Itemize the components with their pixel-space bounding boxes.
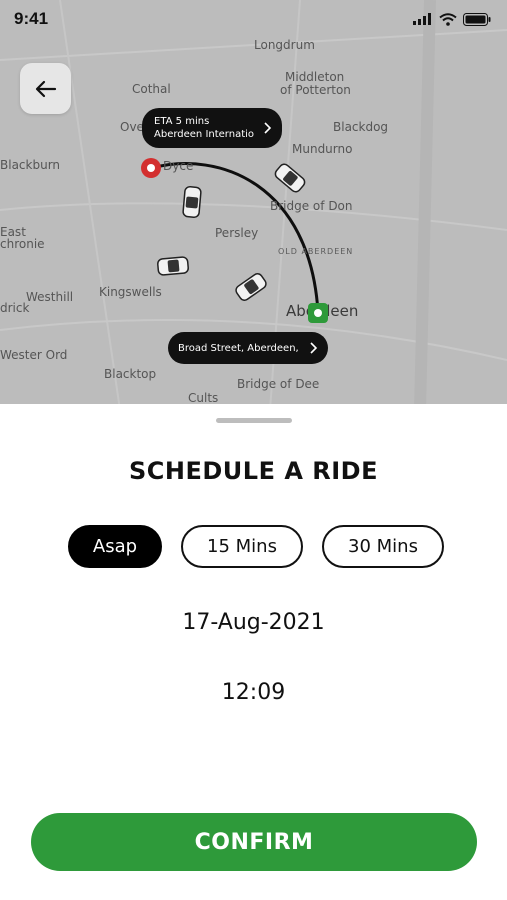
cellular-signal-icon — [413, 13, 431, 25]
destination-callout[interactable]: Broad Street, Aberdeen, — [168, 332, 328, 364]
arrow-left-icon — [35, 80, 56, 97]
car-icon — [235, 273, 267, 301]
confirm-button[interactable]: CONFIRM — [31, 813, 477, 871]
option-15-mins[interactable]: 15 Mins — [181, 525, 303, 568]
map-view[interactable]: Longdrum Middleton of Potterton Cothal B… — [0, 0, 507, 410]
chevron-right-icon — [310, 342, 318, 354]
eta-callout[interactable]: ETA 5 mins Aberdeen Internatio — [142, 108, 282, 148]
destination-pin-icon — [308, 303, 328, 323]
eta-text: ETA 5 mins — [154, 116, 210, 127]
pickup-location-text: Aberdeen Internatio — [154, 129, 255, 140]
sheet-title: SCHEDULE A RIDE — [129, 457, 378, 485]
car-icon — [274, 163, 306, 193]
car-icon — [157, 256, 189, 276]
chevron-right-icon — [264, 122, 272, 134]
status-time: 9:41 — [14, 9, 49, 28]
option-asap[interactable]: Asap — [68, 525, 162, 568]
status-bar: 9:41 — [0, 0, 507, 38]
wifi-icon — [439, 12, 457, 26]
car-icon — [182, 186, 202, 218]
destination-text: Broad Street, Aberdeen, — [178, 342, 299, 354]
schedule-options: Asap 15 Mins 30 Mins — [68, 525, 444, 568]
date-picker[interactable]: 17-Aug-2021 — [0, 610, 507, 635]
option-30-mins[interactable]: 30 Mins — [322, 525, 444, 568]
time-picker[interactable]: 12:09 — [0, 680, 507, 705]
sheet-drag-handle[interactable] — [216, 418, 292, 423]
back-button[interactable] — [20, 63, 71, 114]
schedule-sheet: SCHEDULE A RIDE Asap 15 Mins 30 Mins 17-… — [0, 404, 507, 900]
battery-icon — [463, 12, 491, 26]
origin-pin-icon — [141, 158, 161, 178]
